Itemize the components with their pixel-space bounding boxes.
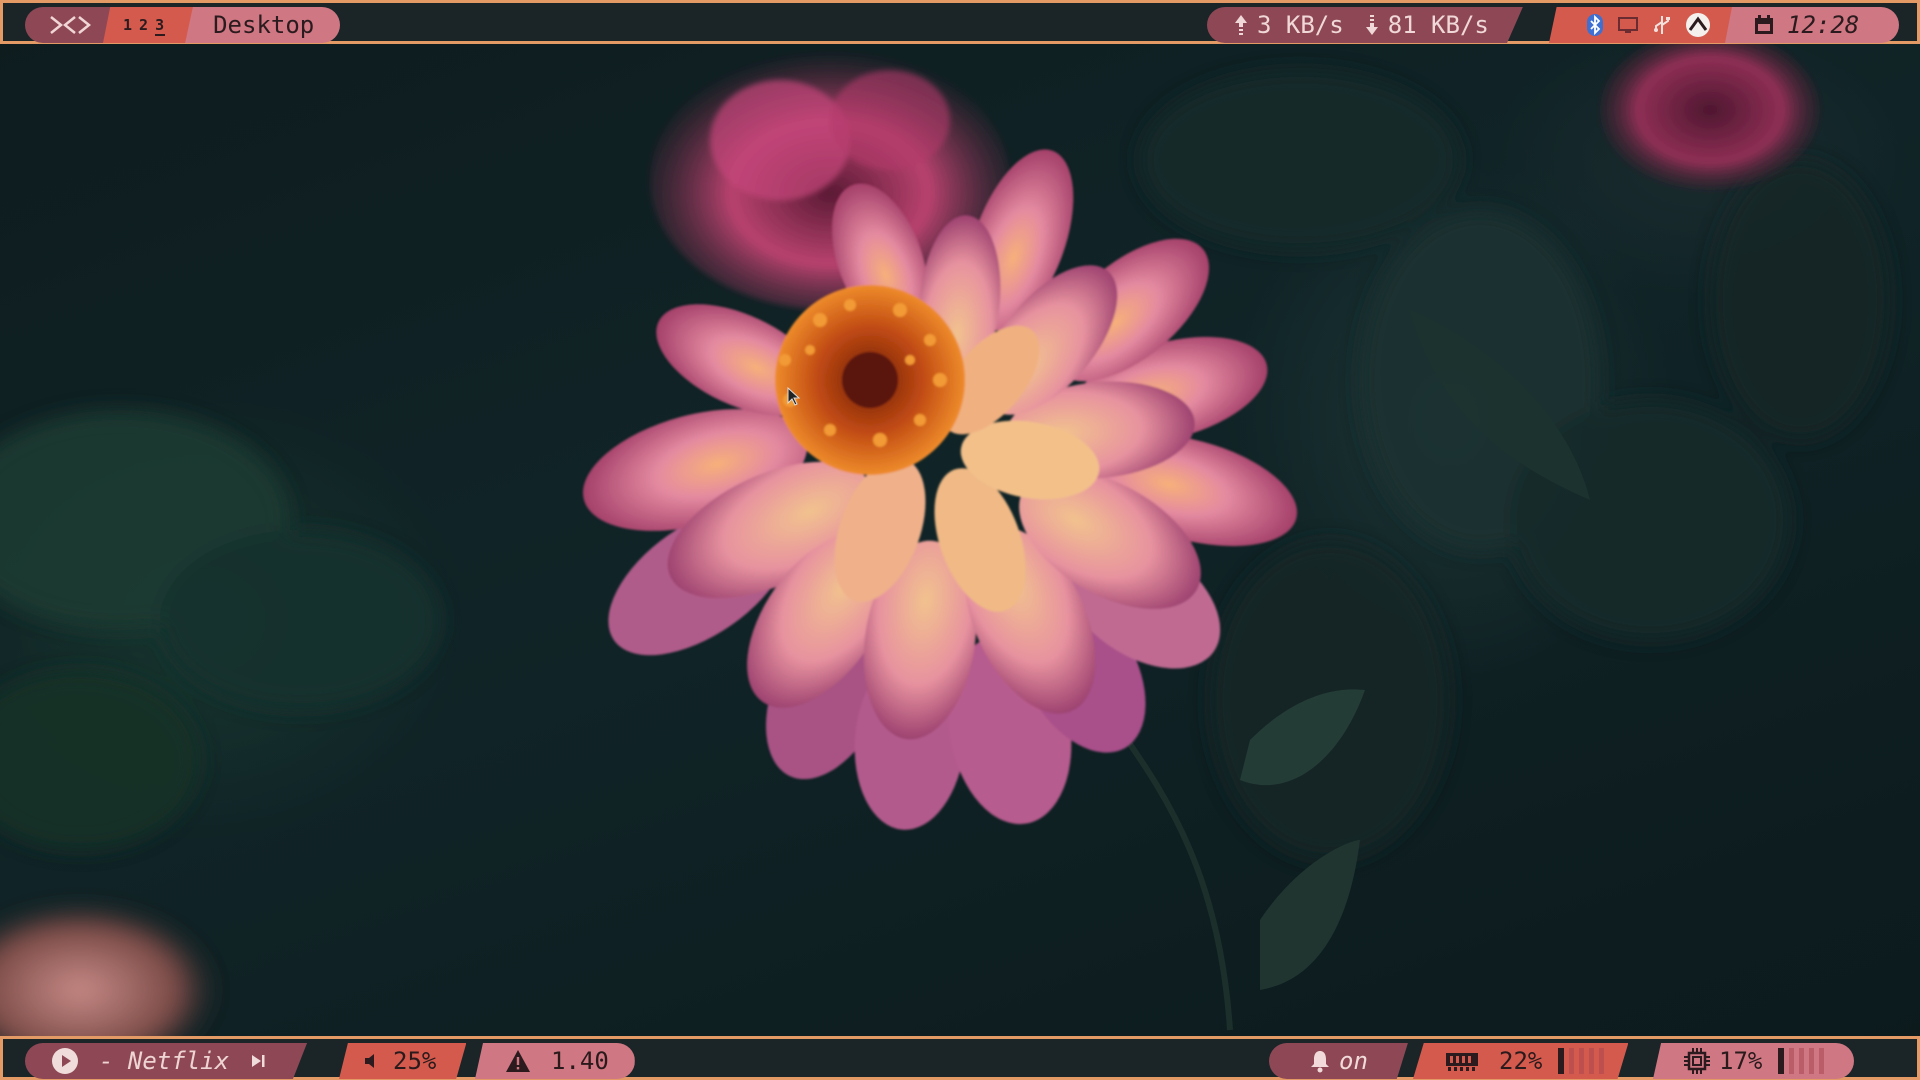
skip-next-icon[interactable] <box>249 1052 267 1070</box>
memory-chip-icon <box>1445 1050 1479 1072</box>
memory-usage-meter <box>1558 1048 1605 1074</box>
bluetooth-icon[interactable] <box>1585 14 1605 36</box>
workspace-2[interactable]: 2 <box>139 16 149 34</box>
upload-arrow-icon <box>1233 13 1249 37</box>
mouse-cursor-icon <box>787 387 801 406</box>
cpu-module: 17% <box>1653 1043 1855 1079</box>
download-arrow-icon <box>1364 13 1380 37</box>
upload-speed: 3 KB/s <box>1257 11 1344 39</box>
meter-bar <box>1579 1048 1585 1074</box>
meter-bar <box>1799 1048 1805 1074</box>
system-tray <box>1549 7 1739 43</box>
code-brackets-icon <box>49 15 93 35</box>
play-icon[interactable] <box>51 1047 79 1075</box>
window-title-segment: Desktop <box>185 7 341 43</box>
volume-level: 25% <box>393 1047 437 1075</box>
workspace-module: 123 Desktop <box>25 7 341 43</box>
memory-usage: 22% <box>1499 1047 1543 1075</box>
top-status-bar: 123 Desktop 3 KB/s 81 KB/s 12:28 <box>0 0 1920 44</box>
media-player-module: - Netflix <box>25 1043 308 1079</box>
workspace-3[interactable]: 3 <box>155 16 166 36</box>
display-icon[interactable] <box>1617 15 1639 35</box>
vpn-icon[interactable] <box>1685 12 1711 38</box>
meter-bar <box>1589 1048 1595 1074</box>
wallpaper <box>0 0 1920 1080</box>
download-speed: 81 KB/s <box>1387 11 1489 39</box>
dahlia-wallpaper-image <box>0 30 1890 1080</box>
memory-module: 22% <box>1413 1043 1629 1079</box>
clock-module[interactable]: 12:28 <box>1725 7 1900 43</box>
notification-status: on <box>1339 1047 1368 1075</box>
window-title: Desktop <box>213 11 315 39</box>
media-title: - Netflix <box>99 1047 230 1075</box>
meter-bar <box>1569 1048 1575 1074</box>
meter-bar <box>1599 1048 1605 1074</box>
clock-time: 12:28 <box>1787 11 1860 39</box>
bell-icon <box>1309 1049 1331 1073</box>
load-value: 1.40 <box>551 1047 609 1075</box>
load-average-module: 1.40 <box>475 1043 635 1079</box>
network-speed-module: 3 KB/s 81 KB/s <box>1207 7 1523 43</box>
speaker-icon <box>363 1052 381 1070</box>
desktop-screen: 123 Desktop 3 KB/s 81 KB/s 12:28 - Netfl… <box>0 0 1920 1080</box>
volume-module[interactable]: 25% <box>339 1043 467 1079</box>
workspace-switcher[interactable]: 123 <box>103 7 194 43</box>
cpu-chip-icon <box>1683 1047 1711 1075</box>
launcher-button[interactable] <box>25 7 111 43</box>
cpu-usage: 17% <box>1719 1047 1763 1075</box>
notification-module[interactable]: on <box>1269 1043 1408 1079</box>
cpu-usage-meter <box>1778 1048 1825 1074</box>
calendar-icon <box>1753 14 1775 36</box>
meter-bar <box>1819 1048 1825 1074</box>
usb-icon[interactable] <box>1651 14 1673 36</box>
meter-bar <box>1789 1048 1795 1074</box>
meter-bar <box>1778 1048 1785 1074</box>
meter-bar <box>1809 1048 1815 1074</box>
meter-bar <box>1558 1048 1565 1074</box>
bottom-status-bar: - Netflix 25% 1.40 on 22% 17% <box>0 1036 1920 1080</box>
workspace-numbers[interactable]: 123 <box>123 16 171 36</box>
workspace-1[interactable]: 1 <box>123 16 133 34</box>
warning-icon <box>505 1049 531 1073</box>
